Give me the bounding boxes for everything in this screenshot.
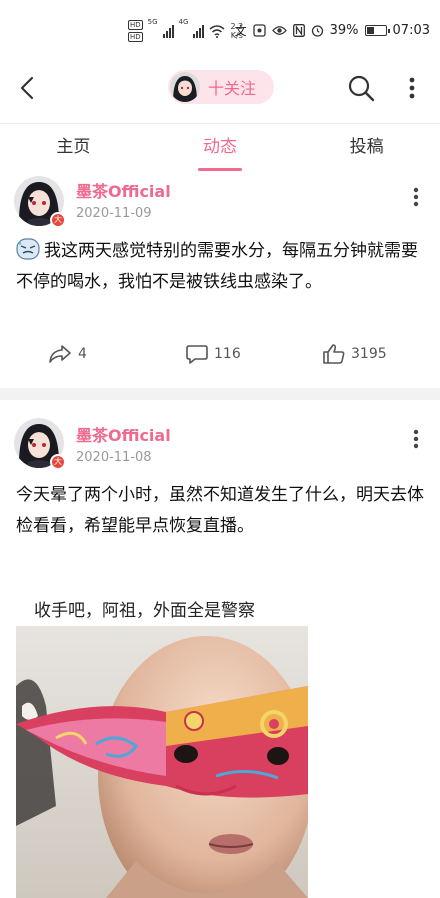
- feed-post[interactable]: 大 墨茶Official 2020-11-08 今天晕了两个小时，虽然不知道发生…: [0, 400, 440, 898]
- translate-icon: 文: [234, 24, 247, 38]
- image-caption: 收手吧，阿祖，外面全是警察: [34, 601, 255, 621]
- feed-post[interactable]: 大 墨茶Official 2020-11-09 我这两天感觉特别的需要水分，每隔…: [0, 172, 440, 388]
- verified-badge: 大: [50, 454, 66, 470]
- author-avatar[interactable]: 大: [14, 418, 66, 470]
- system-indicators: 文 39% 07:03: [235, 22, 430, 39]
- like-button[interactable]: 3195: [323, 344, 387, 364]
- share-count: 4: [78, 346, 87, 362]
- like-count: 3195: [351, 346, 387, 362]
- author-name[interactable]: 墨茶Official: [76, 178, 171, 202]
- clock: 07:03: [392, 23, 430, 38]
- author-name[interactable]: 墨茶Official: [76, 422, 171, 446]
- more-vertical-icon[interactable]: [402, 76, 422, 100]
- sweat-face-emoji-icon: [16, 238, 40, 260]
- hd-badge: HD: [128, 32, 143, 42]
- avatar: [170, 72, 200, 102]
- verified-badge: 大: [50, 212, 66, 228]
- eye-icon: [271, 26, 287, 35]
- hd-badges: HD HD: [128, 20, 143, 42]
- post-date: 2020-11-09: [76, 206, 152, 221]
- post-body: 我这两天感觉特别的需要水分，每隔五分钟就需要不停的喝水，我怕不是被铁线虫感染了。: [16, 236, 426, 298]
- network-indicators: HD HD 5G 4G 2.2 K/s: [128, 18, 243, 44]
- signal-icon: [193, 24, 205, 38]
- comment-icon: [186, 345, 208, 364]
- post-actions: 4 116 3195: [0, 344, 440, 372]
- comment-button[interactable]: 116: [186, 344, 241, 364]
- battery-fill: [366, 27, 374, 34]
- signal-4g-label: 4G: [178, 18, 189, 26]
- alarm-icon: [311, 25, 323, 37]
- top-nav-bar: 十关注: [0, 62, 440, 114]
- tab-dynamics[interactable]: 动态: [147, 124, 294, 171]
- signal-5g-label: 5G: [147, 18, 158, 26]
- battery-icon: [364, 25, 390, 36]
- post-more-icon[interactable]: [406, 186, 426, 208]
- comment-count: 116: [214, 346, 241, 362]
- search-icon[interactable]: [346, 73, 376, 103]
- post-body: 今天晕了两个小时，虽然不知道发生了什么，明天去体检看看，希望能早点恢复直播。: [16, 485, 424, 536]
- tab-submissions[interactable]: 投稿: [293, 124, 440, 171]
- signal-icon: [162, 24, 174, 38]
- profile-tabs: 主页 动态 投稿: [0, 123, 440, 171]
- follow-label: 十关注: [208, 79, 257, 98]
- follow-button[interactable]: 十关注: [168, 70, 274, 104]
- tab-home[interactable]: 主页: [0, 124, 147, 171]
- battery-percent: 39%: [329, 23, 359, 38]
- post-text: 我这两天感觉特别的需要水分，每隔五分钟就需要不停的喝水，我怕不是被铁线虫感染了。: [16, 241, 418, 292]
- post-date: 2020-11-08: [76, 450, 152, 465]
- share-icon: [49, 345, 71, 363]
- wifi-icon: [209, 24, 225, 38]
- author-avatar[interactable]: 大: [14, 176, 66, 228]
- post-photo[interactable]: [16, 626, 308, 898]
- post-separator: [0, 388, 440, 400]
- notification-icon: [252, 24, 266, 37]
- nfc-icon: [292, 24, 305, 37]
- share-button[interactable]: 4: [48, 344, 87, 364]
- post-more-icon[interactable]: [406, 428, 426, 450]
- back-arrow-icon[interactable]: [14, 74, 42, 102]
- status-bar: HD HD 5G 4G 2.2 K/s 文 39% 07:03: [0, 0, 440, 62]
- thumbs-up-icon: [323, 344, 345, 364]
- hd-badge: HD: [128, 20, 143, 30]
